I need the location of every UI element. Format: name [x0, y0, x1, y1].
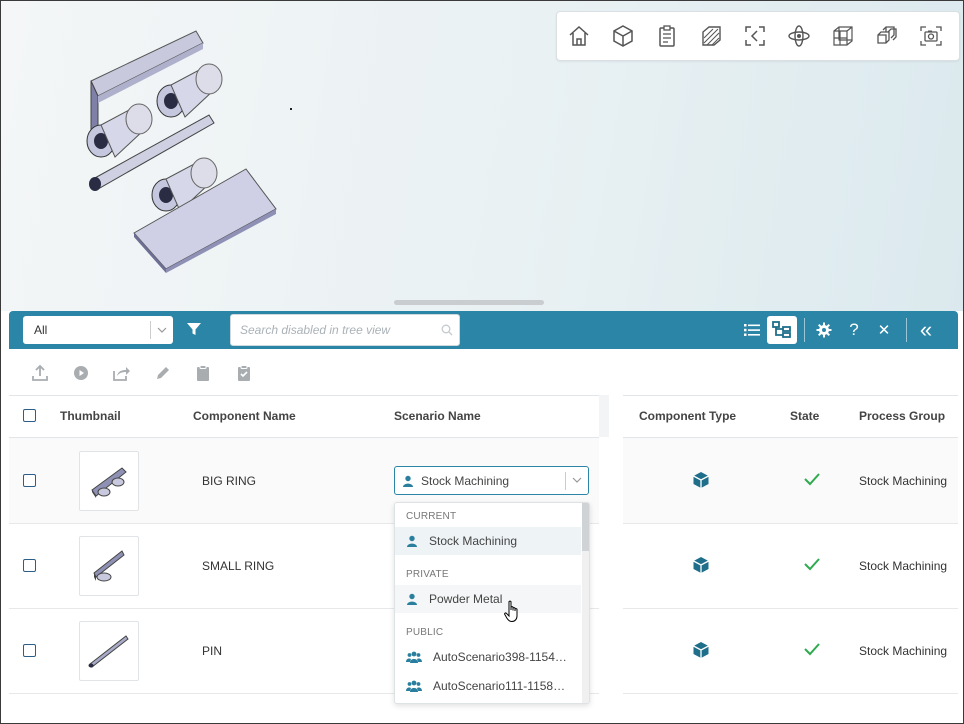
filter-dropdown[interactable]: All: [23, 316, 173, 344]
search-placeholder: Search disabled in tree view: [240, 323, 391, 337]
option-label: AutoScenario398-1154…: [433, 650, 567, 664]
row-checkbox[interactable]: [23, 474, 36, 487]
user-icon: [395, 593, 429, 605]
splitter-header: [599, 395, 609, 437]
option-autoscenario398[interactable]: AutoScenario398-1154…: [395, 643, 581, 671]
part-cube-icon: [692, 641, 710, 662]
check-icon: [803, 471, 821, 490]
3d-viewer[interactable]: [1, 1, 963, 311]
component-thumbnail: [79, 536, 139, 596]
orbit-icon[interactable]: [777, 14, 821, 58]
dropdown-scrollbar[interactable]: [582, 503, 589, 703]
component-thumbnail: [79, 621, 139, 681]
viewer-point-marker: [290, 108, 292, 110]
viewer-toolbar: [556, 11, 960, 61]
tree-view-icon[interactable]: [767, 316, 797, 344]
process-group: Stock Machining: [859, 559, 948, 573]
edit-icon[interactable]: [153, 363, 173, 383]
clipboard-icon[interactable]: [193, 363, 213, 383]
divider: [906, 318, 907, 342]
column-splitter[interactable]: [599, 395, 623, 723]
select-all-checkbox[interactable]: [23, 409, 36, 422]
action-toolbar: [9, 349, 958, 396]
option-autoscenario111[interactable]: AutoScenario111-1158…: [395, 672, 581, 700]
panel-header: All Search disabled in tree view ? ✕ «: [9, 311, 958, 349]
scenario-select[interactable]: Stock Machining: [394, 466, 589, 495]
scenario-dropdown-menu: CURRENT Stock Machining PRIVATE Powder M…: [394, 502, 590, 704]
option-label: Powder Metal: [429, 592, 503, 606]
process-group: Stock Machining: [859, 644, 948, 658]
column-process-group[interactable]: Process Group: [859, 409, 945, 423]
check-icon: [803, 556, 821, 575]
explode-icon[interactable]: [865, 14, 909, 58]
component-name: PIN: [202, 644, 223, 658]
hand-pointer-cursor-icon: [504, 600, 518, 623]
option-stock-machining[interactable]: Stock Machining: [395, 527, 581, 555]
help-icon[interactable]: ?: [839, 316, 869, 344]
column-component-name[interactable]: Component Name: [193, 409, 296, 423]
check-icon: [803, 641, 821, 660]
chevron-down-icon: [151, 325, 173, 336]
user-icon: [395, 535, 429, 547]
cad-model-exploded-hinge[interactable]: [71, 11, 301, 281]
row-checkbox[interactable]: [23, 559, 36, 572]
row-checkbox[interactable]: [23, 644, 36, 657]
part-cube-icon: [692, 556, 710, 577]
settings-icon[interactable]: [809, 316, 839, 344]
group-users-icon: [395, 680, 433, 692]
home-icon[interactable]: [557, 14, 601, 58]
cube-view-icon[interactable]: [601, 14, 645, 58]
upload-icon[interactable]: [30, 363, 50, 383]
share-icon[interactable]: [111, 363, 131, 383]
screenshot-camera-icon[interactable]: [909, 14, 953, 58]
clipboard-check-icon[interactable]: [234, 363, 254, 383]
collapse-icon[interactable]: «: [911, 316, 941, 344]
fit-view-icon[interactable]: [733, 14, 777, 58]
component-thumbnail: [79, 451, 139, 511]
component-name: SMALL RING: [202, 559, 275, 573]
wireframe-icon[interactable]: [821, 14, 865, 58]
option-powder-metal[interactable]: Powder Metal: [395, 585, 581, 613]
table-header: Thumbnail Component Name Scenario Name C…: [9, 395, 958, 438]
components-panel: All Search disabled in tree view ? ✕ « T…: [9, 311, 958, 723]
play-icon[interactable]: [71, 363, 91, 383]
column-component-type[interactable]: Component Type: [639, 409, 736, 423]
funnel-filter-icon[interactable]: [186, 321, 202, 340]
process-group: Stock Machining: [859, 474, 948, 488]
filter-value: All: [34, 323, 48, 337]
search-input[interactable]: Search disabled in tree view: [230, 314, 460, 346]
section-cut-icon[interactable]: [689, 14, 733, 58]
part-cube-icon: [692, 471, 710, 492]
user-icon: [395, 475, 421, 487]
divider: [804, 318, 805, 342]
scenario-select-value: Stock Machining: [421, 473, 510, 488]
column-state[interactable]: State: [790, 409, 819, 423]
list-view-icon[interactable]: [737, 316, 767, 344]
option-label: Stock Machining: [429, 534, 518, 548]
group-label-private: PRIVATE: [406, 569, 449, 580]
column-thumbnail[interactable]: Thumbnail: [60, 409, 121, 423]
group-label-public: PUBLIC: [406, 627, 444, 638]
column-scenario-name[interactable]: Scenario Name: [394, 409, 481, 423]
search-icon: [435, 324, 459, 336]
panel-resize-handle[interactable]: [394, 300, 544, 305]
scrollbar-thumb[interactable]: [582, 503, 589, 551]
chevron-down-icon: [566, 475, 588, 486]
close-icon[interactable]: ✕: [869, 316, 899, 344]
group-label-current: CURRENT: [406, 511, 457, 522]
option-label: AutoScenario111-1158…: [433, 679, 566, 693]
component-name: BIG RING: [202, 474, 257, 488]
group-users-icon: [395, 651, 433, 663]
app-frame: All Search disabled in tree view ? ✕ « T…: [0, 0, 964, 724]
clipboard-icon[interactable]: [645, 14, 689, 58]
